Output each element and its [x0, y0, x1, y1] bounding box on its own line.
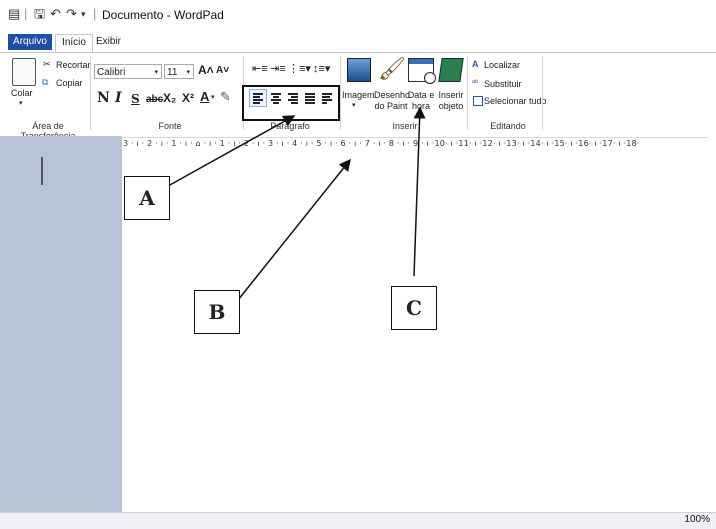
annotation-arrows [167, 106, 426, 301]
callout-c: C [391, 286, 437, 330]
callout-b: B [194, 290, 240, 334]
arrow-c [413, 106, 426, 277]
arrow-a [167, 115, 296, 187]
callout-a: A [124, 176, 170, 220]
arrow-b [237, 158, 351, 301]
